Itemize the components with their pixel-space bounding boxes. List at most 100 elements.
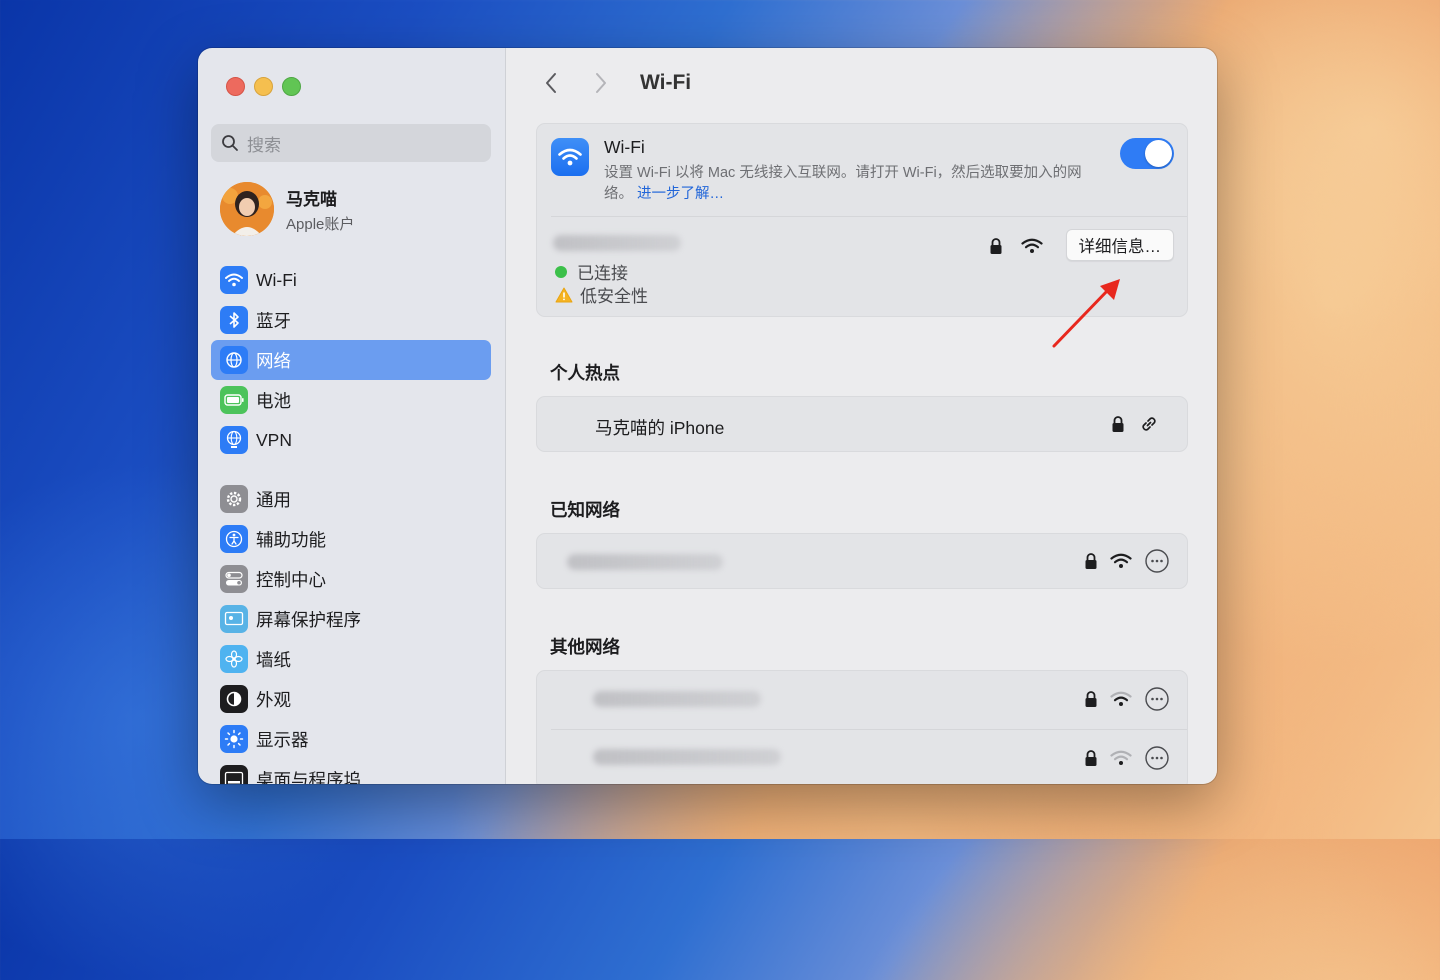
connection-status: 已连接 <box>555 259 628 284</box>
warning-icon <box>555 287 573 303</box>
link-icon <box>1139 414 1159 434</box>
sidebar-item-label: 墙纸 <box>256 649 291 670</box>
learn-more-link[interactable]: 进一步了解… <box>637 186 724 202</box>
other-network-row[interactable] <box>537 730 1187 784</box>
hotspot-device-name: 马克喵的 iPhone <box>595 418 725 438</box>
wifi-description: 设置 Wi-Fi 以将 Mac 无线接入互联网。请打开 Wi-Fi，然后选取要加… <box>604 163 1104 205</box>
sidebar-group-system: 通用 辅助功能 控制中心 屏幕保护程序 墙纸 外观 显示器 桌面与程序坞 <box>211 479 491 784</box>
screensaver-icon <box>220 605 248 633</box>
sidebar-item-label: 外观 <box>256 689 291 710</box>
hotspot-row-icons <box>1111 414 1159 434</box>
sidebar-item-label: 控制中心 <box>256 569 326 590</box>
search-placeholder: 搜索 <box>247 135 281 155</box>
page-title: Wi-Fi <box>640 71 692 94</box>
sidebar-item-accessibility[interactable]: 辅助功能 <box>211 519 491 559</box>
wifi-toggle[interactable] <box>1120 138 1174 169</box>
sidebar-item-general[interactable]: 通用 <box>211 479 491 519</box>
more-options-icon[interactable] <box>1144 686 1170 712</box>
other-network-icons <box>1084 686 1170 712</box>
vpn-globe-icon <box>220 426 248 454</box>
toolbar: Wi-Fi <box>536 68 691 98</box>
window-controls <box>226 77 301 96</box>
battery-icon <box>220 386 248 414</box>
lock-icon <box>1084 552 1098 570</box>
section-title-hotspot: 个人热点 <box>550 363 620 383</box>
sidebar-item-appearance[interactable]: 外观 <box>211 679 491 719</box>
sidebar-item-label: VPN <box>256 429 292 450</box>
sidebar-item-label: 网络 <box>256 350 291 371</box>
lock-icon <box>1111 415 1125 433</box>
appearance-icon <box>220 685 248 713</box>
avatar <box>220 182 274 236</box>
known-network-row[interactable] <box>536 533 1188 589</box>
divider <box>551 216 1187 217</box>
sidebar-item-vpn[interactable]: VPN <box>211 420 491 460</box>
sidebar-item-label: 辅助功能 <box>256 529 326 550</box>
wifi-signal-icon <box>1021 238 1043 254</box>
sidebar-item-battery[interactable]: 电池 <box>211 380 491 420</box>
gear-icon <box>220 485 248 513</box>
back-button[interactable] <box>536 68 566 98</box>
other-networks-list <box>536 670 1188 784</box>
sun-icon <box>220 725 248 753</box>
connected-label: 已连接 <box>577 264 628 283</box>
connected-dot-icon <box>555 265 567 278</box>
wifi-signal-weak-icon <box>1110 750 1132 766</box>
accessibility-icon <box>220 525 248 553</box>
more-options-icon[interactable] <box>1144 548 1170 574</box>
flower-icon <box>220 645 248 673</box>
sidebar-item-desktop-dock[interactable]: 桌面与程序坞 <box>211 759 491 784</box>
other-network-icons <box>1084 745 1170 771</box>
sidebar-item-wifi[interactable]: Wi-Fi <box>211 260 491 300</box>
sidebar-item-bluetooth[interactable]: 蓝牙 <box>211 300 491 340</box>
wifi-icon <box>220 266 248 294</box>
wifi-signal-medium-icon <box>1110 691 1132 707</box>
forward-button[interactable] <box>586 68 616 98</box>
other-network-row[interactable] <box>537 671 1187 729</box>
details-button[interactable]: 详细信息… <box>1065 229 1174 261</box>
wifi-signal-icon <box>1110 553 1132 569</box>
sidebar-item-screensaver[interactable]: 屏幕保护程序 <box>211 599 491 639</box>
sidebar-item-label: 显示器 <box>256 729 309 750</box>
network-name-redacted <box>567 554 723 570</box>
known-network-icons <box>1084 548 1170 574</box>
sidebar-item-displays[interactable]: 显示器 <box>211 719 491 759</box>
toggles-icon <box>220 565 248 593</box>
annotation-arrow-icon <box>1052 279 1120 348</box>
sidebar-item-label: Wi-Fi <box>256 269 297 290</box>
network-name-redacted <box>593 749 781 765</box>
section-title-known-networks: 已知网络 <box>550 500 620 520</box>
sidebar-item-label: 电池 <box>256 390 291 411</box>
sidebar-item-network[interactable]: 网络 <box>211 340 491 380</box>
search-input[interactable]: 搜索 <box>211 124 491 162</box>
close-button[interactable] <box>226 77 245 96</box>
wifi-title: Wi-Fi <box>604 137 645 157</box>
hotspot-row[interactable]: 马克喵的 iPhone <box>536 396 1188 452</box>
section-title-other-networks: 其他网络 <box>550 637 620 657</box>
toggle-knob <box>1145 140 1172 167</box>
content-pane: Wi-Fi Wi-Fi 设置 Wi-Fi 以将 Mac 无线接入互联网。请打开 … <box>506 48 1217 784</box>
zoom-button[interactable] <box>282 77 301 96</box>
security-status: 低安全性 <box>555 282 648 307</box>
wifi-icon <box>551 138 589 176</box>
sidebar-item-label: 蓝牙 <box>256 310 291 331</box>
profile-name: 马克喵 <box>286 189 337 209</box>
sidebar-item-wallpaper[interactable]: 墙纸 <box>211 639 491 679</box>
sidebar-item-control-center[interactable]: 控制中心 <box>211 559 491 599</box>
sidebar-item-label: 桌面与程序坞 <box>256 769 361 785</box>
sidebar: 搜索 马克喵 Apple账户 Wi-Fi 蓝牙 网络 电池 VPN 通用 辅助功… <box>198 48 506 784</box>
more-options-icon[interactable] <box>1144 745 1170 771</box>
sidebar-item-label: 通用 <box>256 489 291 510</box>
bluetooth-icon <box>220 306 248 334</box>
security-label: 低安全性 <box>580 287 648 306</box>
lock-icon <box>1084 690 1098 708</box>
sidebar-group-connectivity: Wi-Fi 蓝牙 网络 电池 VPN <box>211 260 491 460</box>
network-name-redacted <box>553 235 681 251</box>
minimize-button[interactable] <box>254 77 273 96</box>
lock-icon <box>989 237 1003 255</box>
settings-window: 搜索 马克喵 Apple账户 Wi-Fi 蓝牙 网络 电池 VPN 通用 辅助功… <box>198 48 1217 784</box>
lock-icon <box>1084 749 1098 767</box>
profile-subtitle: Apple账户 <box>286 215 355 233</box>
dock-icon <box>220 765 248 784</box>
apple-account[interactable]: 马克喵 Apple账户 <box>220 182 354 236</box>
